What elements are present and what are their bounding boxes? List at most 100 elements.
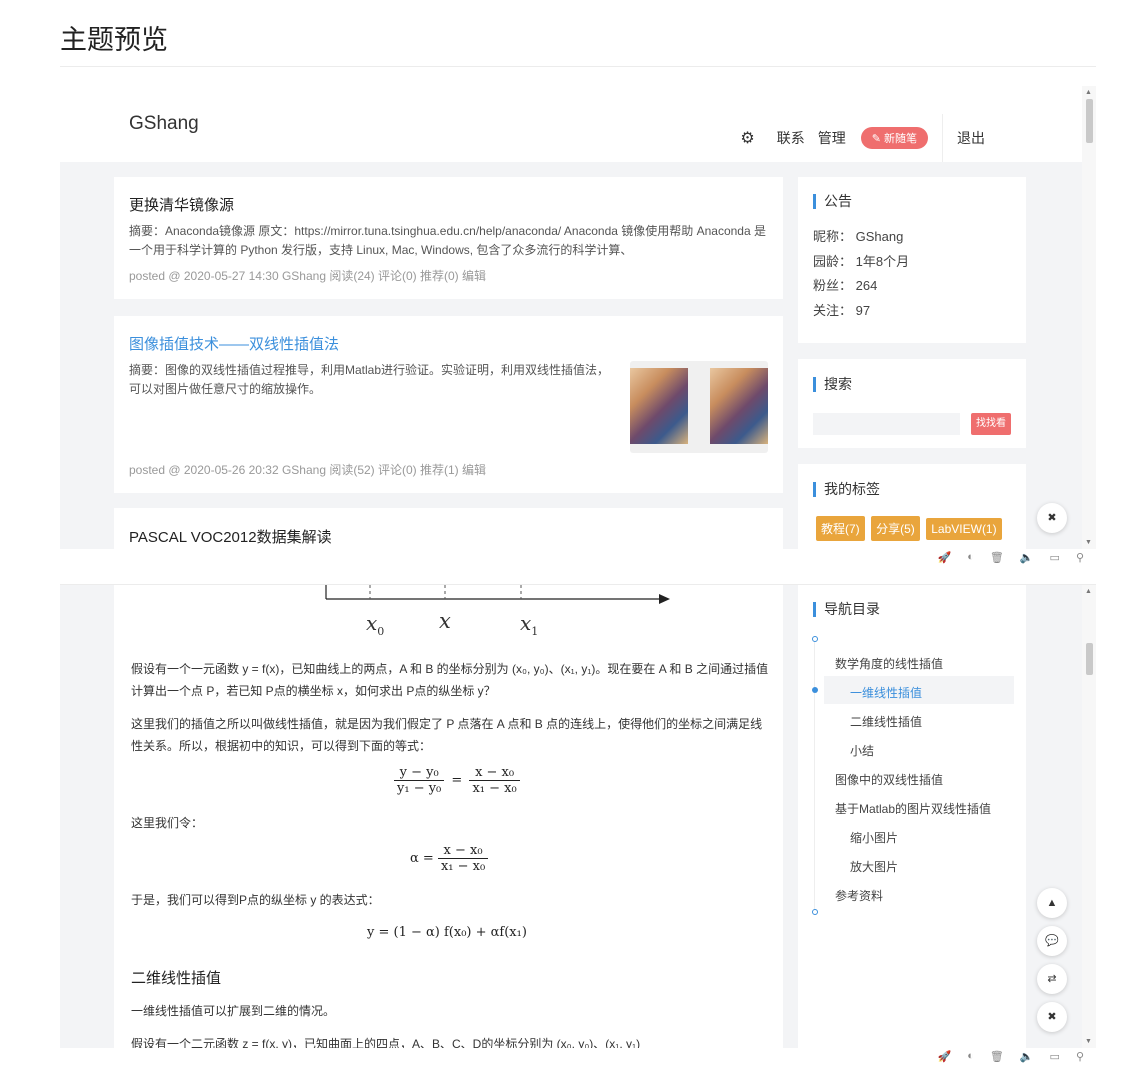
blog-navbar: GShang ⚙ 联系 管理 ✎ 新随笔 退出 xyxy=(60,86,1082,162)
axis-label-x1: x1 xyxy=(520,611,538,638)
palette-icon[interactable]: ◐ xyxy=(967,1050,974,1063)
axis-x0-var: x xyxy=(366,611,378,635)
axis-x1-sub: 1 xyxy=(531,625,539,638)
theme-preview-frame-1[interactable]: GShang ⚙ 联系 管理 ✎ 新随笔 退出 更换清华镜像源 摘要：Anaco… xyxy=(60,86,1096,549)
scroll-up-icon[interactable]: ▲ xyxy=(1085,89,1092,96)
preview2-scrollbar[interactable]: ▲ ▼ xyxy=(1082,585,1096,1048)
preview2-toolbar: 🚀 ◐ 🗑 🔈 ▭ ⚲ xyxy=(60,1048,1096,1066)
window-icon[interactable]: ▭ xyxy=(1050,1050,1060,1063)
post-meta: posted @ 2020-05-27 14:30 GShang 阅读(24) … xyxy=(129,269,487,283)
nav-link-manage[interactable]: 管理 xyxy=(818,128,846,148)
post-title[interactable]: 图像插值技术——双线性插值法 xyxy=(129,333,339,354)
eq1-lhs-num: y − y₀ xyxy=(394,765,445,781)
nav-separator xyxy=(942,114,943,162)
search-heading: 搜索 xyxy=(813,377,852,392)
axis-x1-var: x xyxy=(520,611,532,635)
axis-x0-sub: 0 xyxy=(377,625,385,638)
toc-item[interactable]: 参考资料 xyxy=(835,887,883,904)
search-input[interactable] xyxy=(813,413,960,435)
lena-image-large xyxy=(710,368,768,444)
scroll-down-icon[interactable]: ▼ xyxy=(1085,1038,1092,1045)
rocket-icon[interactable]: 🚀 xyxy=(938,551,952,564)
follow-line: 关注： 97 xyxy=(813,302,871,318)
post-thumbnail[interactable] xyxy=(630,361,768,453)
equation-1: y − y₀ y₁ − y₀ = x − x₀ x₁ − x₀ xyxy=(394,765,520,796)
article-body: x0 x x1 假设有一个一元函数 y = f(x)，已知曲线上的两点，A 和 … xyxy=(114,585,783,1048)
lena-image-small xyxy=(630,368,688,444)
fans-line: 粉丝： 264 xyxy=(813,278,878,293)
scroll-top-icon[interactable]: ▲ xyxy=(1037,888,1067,918)
post-abstract: 摘要：图像的双线性插值过程推导，利用Matlab进行验证。实验证明，利用双线性插… xyxy=(129,363,610,396)
section-heading: 二维线性插值 xyxy=(131,970,222,987)
eq2-num: x − x₀ xyxy=(437,843,489,859)
gear-icon[interactable]: ⚙ xyxy=(740,128,754,148)
post-title[interactable]: 更换清华镜像源 xyxy=(129,194,234,215)
axis-label-x: x xyxy=(439,609,451,633)
toc-start-dot xyxy=(812,636,818,642)
toc-item[interactable]: 小结 xyxy=(850,742,874,759)
window-icon[interactable]: ▭ xyxy=(1050,551,1060,564)
scrollbar-thumb[interactable] xyxy=(1086,643,1093,675)
equation-2: α = x − x₀ x₁ − x₀ xyxy=(410,843,489,874)
toc-item-active[interactable]: 一维线性插值 xyxy=(850,684,922,701)
equation-3: y = (1 − α) f(x₀) + αf(x₁) xyxy=(367,925,527,940)
toc-item[interactable]: 图像中的双线性插值 xyxy=(835,771,943,788)
search-icon[interactable]: ⚲ xyxy=(1076,551,1084,564)
close-icon[interactable]: ✖ xyxy=(1037,1002,1067,1032)
toc-item[interactable]: 放大图片 xyxy=(850,858,898,875)
switch-icon[interactable]: ⇄ xyxy=(1037,964,1067,994)
eq2-lhs: α = xyxy=(410,851,434,866)
toc-heading: 导航目录 xyxy=(813,602,880,617)
scroll-up-icon[interactable]: ▲ xyxy=(1085,588,1092,595)
notice-heading: 公告 xyxy=(813,194,852,209)
post-title[interactable]: PASCAL VOC2012数据集解读 xyxy=(129,526,332,547)
rocket-icon[interactable]: 🚀 xyxy=(938,1050,952,1063)
sound-icon[interactable]: 🔈 xyxy=(1020,551,1034,564)
tag-item[interactable]: 分享(5) xyxy=(871,516,920,541)
trash-icon[interactable]: 🗑 xyxy=(990,1050,1004,1063)
paragraph: 于是，我们可以得到P点的纵坐标 y 的表达式： xyxy=(131,893,380,907)
palette-icon[interactable]: ◐ xyxy=(967,551,974,564)
nav-link-logout[interactable]: 退出 xyxy=(957,128,985,148)
search-icon[interactable]: ⚲ xyxy=(1076,1050,1084,1063)
paragraph: 假设有一个一元函数 y = f(x)，已知曲线上的两点，A 和 B 的坐标分别为… xyxy=(131,662,769,698)
trash-icon[interactable]: 🗑 xyxy=(990,551,1004,564)
eq1-lhs-den: y₁ − y₀ xyxy=(397,781,442,796)
search-button[interactable]: 找找看 xyxy=(971,413,1011,435)
tags-heading: 我的标签 xyxy=(813,482,880,497)
nav-link-contact[interactable]: 联系 xyxy=(777,128,805,148)
tag-item[interactable]: 教程(7) xyxy=(816,516,865,541)
nickname-line: 昵称： GShang xyxy=(813,229,904,244)
eq2-den: x₁ − x₀ xyxy=(440,859,486,874)
paragraph: 这里我们令： xyxy=(131,816,204,830)
preview1-toolbar: 🚀 ◐ 🗑 🔈 ▭ ⚲ xyxy=(60,549,1096,567)
toc-item[interactable]: 基于Matlab的图片双线性插值 xyxy=(835,800,991,817)
blog-brand[interactable]: GShang xyxy=(129,113,199,135)
post-card: 更换清华镜像源 摘要：Anaconda镜像源 原文：https://mirror… xyxy=(114,177,783,299)
toc-item[interactable]: 数学角度的线性插值 xyxy=(835,655,943,672)
comment-icon[interactable]: 💬 xyxy=(1037,926,1067,956)
theme-preview-frame-2[interactable]: x0 x x1 假设有一个一元函数 y = f(x)，已知曲线上的两点，A 和 … xyxy=(60,585,1096,1048)
page-title: 主题预览 xyxy=(60,25,168,55)
paragraph: 这里我们的插值之所以叫做线性插值，就是因为我们假定了 P 点落在 A 点和 B … xyxy=(131,717,763,753)
toc-active-dot xyxy=(812,687,818,693)
tags-panel: 我的标签 教程(7) 分享(5) LabVIEW(1) xyxy=(798,464,1026,549)
scroll-down-icon[interactable]: ▼ xyxy=(1085,539,1092,546)
preview1-scrollbar[interactable]: ▲ ▼ xyxy=(1082,86,1096,549)
toc-item[interactable]: 缩小图片 xyxy=(850,829,898,846)
new-post-button[interactable]: ✎ 新随笔 xyxy=(860,127,928,149)
toc-panel: 导航目录 数学角度的线性插值 一维线性插值 二维线性插值 小结 图像中的双线性插… xyxy=(798,585,1026,1048)
toc-item[interactable]: 二维线性插值 xyxy=(850,713,922,730)
post-meta: posted @ 2020-05-26 20:32 GShang 阅读(52) … xyxy=(129,463,487,477)
paragraph: 一维线性插值可以扩展到二维的情况。 xyxy=(131,1004,336,1018)
scrollbar-thumb[interactable] xyxy=(1086,99,1093,143)
sound-icon[interactable]: 🔈 xyxy=(1020,1050,1034,1063)
tag-item[interactable]: LabVIEW(1) xyxy=(926,518,1002,540)
toc-end-dot xyxy=(812,909,818,915)
notice-panel: 公告 昵称： GShang 园龄： 1年8个月 粉丝： 264 关注： 97 xyxy=(798,177,1026,343)
post-abstract: 摘要：Anaconda镜像源 原文：https://mirror.tuna.ts… xyxy=(129,224,766,257)
age-line: 园龄： 1年8个月 xyxy=(813,253,910,269)
close-icon[interactable]: ✖ xyxy=(1037,503,1067,533)
eq1-rhs-den: x₁ − x₀ xyxy=(472,781,517,796)
post-card: PASCAL VOC2012数据集解读 xyxy=(114,508,783,549)
